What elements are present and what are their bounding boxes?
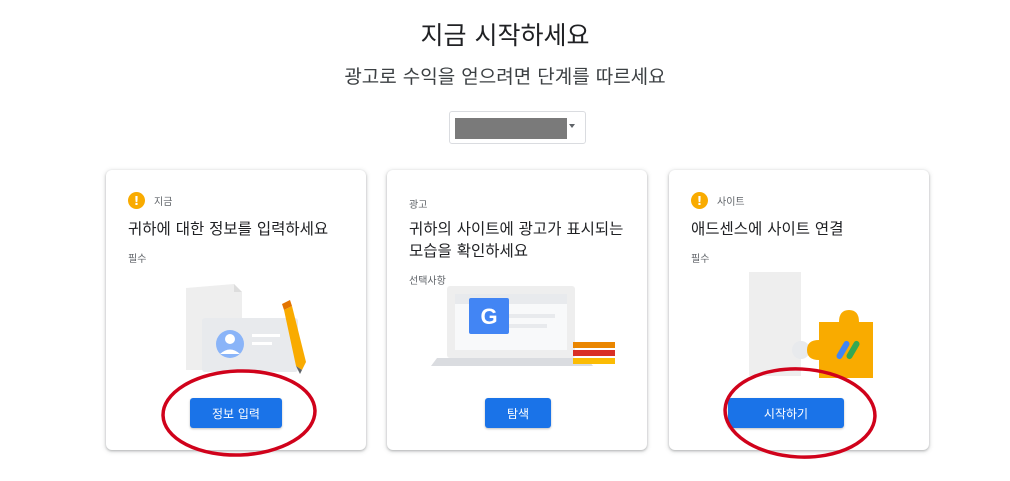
card-preview-ads: 광고 귀하의 사이트에 광고가 표시되는 모습을 확인하세요 선택사항 G 탐색	[387, 170, 647, 450]
page-subtitle: 광고로 수익을 얻으려면 단계를 따르세요	[344, 66, 666, 88]
explore-button[interactable]: 탐색	[485, 398, 551, 428]
page-title: 지금 시작하세요	[420, 21, 590, 50]
redacted-site-name	[455, 118, 567, 139]
dropdown-caret-icon	[569, 124, 575, 128]
svg-text:G: G	[480, 304, 497, 329]
get-started-button[interactable]: 시작하기	[728, 398, 844, 428]
card-connect-site: ! 사이트 애드센스에 사이트 연결 필수 시작하기	[669, 170, 929, 450]
enter-info-button[interactable]: 정보 입력	[190, 398, 282, 428]
card-enter-info: ! 지금 귀하에 대한 정보를 입력하세요 필수 정보 입력	[106, 170, 366, 450]
site-select[interactable]	[449, 111, 586, 144]
